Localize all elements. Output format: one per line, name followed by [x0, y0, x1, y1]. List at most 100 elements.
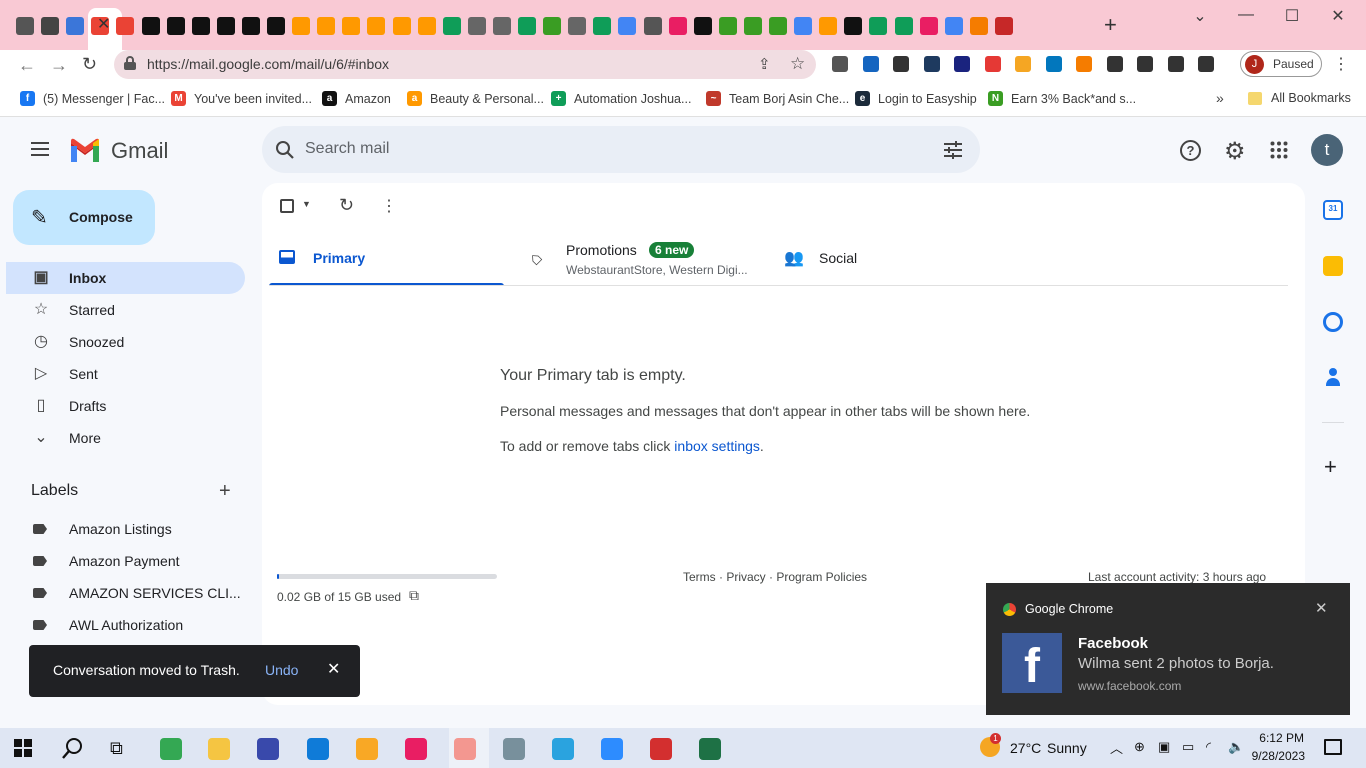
tab-favicon-icon[interactable]	[166, 17, 185, 35]
extension-icon[interactable]	[1167, 56, 1184, 72]
tab-favicon-icon[interactable]	[16, 17, 34, 35]
select-dropdown-icon[interactable]: ▼	[302, 199, 311, 209]
tab-favicon-icon[interactable]	[367, 17, 386, 35]
clock-time[interactable]: 6:12 PM	[1254, 731, 1304, 745]
bookmark-item[interactable]: f (5) Messenger | Fac...	[20, 91, 165, 106]
bookmark-item[interactable]: a Amazon	[322, 91, 391, 106]
telegram-icon[interactable]	[552, 738, 574, 760]
extension-icon[interactable]	[832, 56, 848, 72]
contacts-icon[interactable]	[1326, 368, 1340, 386]
keep-icon[interactable]	[1323, 256, 1343, 276]
profile-button[interactable]: J Paused	[1240, 51, 1322, 77]
select-all-checkbox[interactable]	[280, 199, 294, 213]
add-label-icon[interactable]: +	[219, 480, 231, 503]
edge-icon[interactable]	[307, 738, 329, 760]
search-icon[interactable]	[275, 140, 295, 160]
label-item[interactable]: Amazon Payment	[33, 553, 180, 569]
gmail-logo-icon[interactable]	[69, 138, 101, 162]
url-text[interactable]: https://mail.google.com/mail/u/6/#inbox	[147, 56, 389, 72]
zoom-icon[interactable]	[601, 738, 623, 760]
maximize-icon[interactable]: ☐	[1277, 6, 1307, 26]
tab-favicon-icon[interactable]	[819, 17, 838, 35]
windows-start-icon[interactable]	[14, 739, 32, 757]
network-app-icon[interactable]	[257, 738, 279, 760]
more-actions-icon[interactable]: ⋮	[381, 196, 397, 216]
label-item[interactable]: AWL Authorization	[33, 617, 183, 633]
tab-favicon-icon[interactable]	[292, 17, 311, 35]
extension-icon[interactable]	[984, 56, 1001, 72]
refresh-icon[interactable]: ↻	[339, 195, 354, 216]
tab-favicon-icon[interactable]	[41, 17, 60, 35]
tab-favicon-icon[interactable]	[392, 17, 411, 35]
tab-favicon-icon[interactable]	[417, 17, 436, 35]
calendar-icon[interactable]: 31	[1323, 200, 1343, 220]
open-external-icon[interactable]: ⧉	[409, 587, 419, 604]
extension-icon[interactable]	[923, 56, 940, 72]
extension-icon[interactable]	[954, 56, 970, 72]
tab-favicon-icon[interactable]	[267, 17, 285, 35]
tab-favicon-icon[interactable]	[693, 17, 712, 35]
tab-favicon-icon[interactable]	[191, 17, 210, 35]
new-tab-button[interactable]: +	[1104, 12, 1117, 38]
inbox-settings-link[interactable]: inbox settings	[674, 438, 760, 454]
snackbar-close-icon[interactable]: ✕	[327, 659, 340, 679]
tab-favicon-icon[interactable]	[919, 17, 938, 35]
all-bookmarks[interactable]: All Bookmarks	[1271, 91, 1351, 105]
tab-favicon-icon[interactable]	[769, 17, 787, 35]
tab-favicon-icon[interactable]	[743, 17, 762, 35]
extension-icon[interactable]	[1045, 56, 1062, 72]
tab-favicon-icon[interactable]	[894, 17, 913, 35]
tab-promotions[interactable]: ⌂ Promotions 6 new WebstaurantStore, Wes…	[520, 230, 770, 286]
account-avatar[interactable]: t	[1311, 134, 1343, 166]
close-window-icon[interactable]: ✕	[1323, 6, 1353, 26]
tab-favicon-icon[interactable]	[844, 17, 863, 35]
weather-temp[interactable]: 27°C	[1010, 740, 1041, 756]
label-item[interactable]: AMAZON SERVICES CLI...	[33, 585, 241, 601]
forward-icon[interactable]: →	[50, 55, 68, 76]
sidebar-item-snoozed[interactable]: ◷ Snoozed	[6, 326, 245, 358]
sidebar-item-inbox[interactable]: ▣ Inbox	[6, 262, 245, 294]
help-icon[interactable]: ?	[1180, 140, 1201, 161]
sidebar-item-more[interactable]: ⌄ More	[6, 422, 245, 454]
excel-icon[interactable]	[699, 738, 721, 760]
site-info-icon[interactable]	[124, 56, 136, 70]
tab-favicon-icon[interactable]	[492, 17, 511, 35]
tab-favicon-icon[interactable]	[518, 17, 536, 35]
clock-date[interactable]: 9/28/2023	[1249, 749, 1305, 763]
tab-favicon-icon[interactable]	[794, 17, 813, 35]
notification-center-icon[interactable]	[1324, 739, 1342, 755]
back-icon[interactable]: ←	[18, 55, 36, 76]
tab-favicon-icon[interactable]	[216, 17, 235, 35]
tab-favicon-icon[interactable]	[241, 17, 260, 35]
tab-favicon-icon[interactable]	[66, 17, 85, 35]
tab-search-icon[interactable]: ⌄	[1185, 6, 1215, 26]
notes-app-icon[interactable]	[503, 738, 525, 760]
extension-icon[interactable]	[1137, 56, 1153, 72]
chrome-app-icon[interactable]	[160, 738, 182, 760]
undo-button[interactable]: Undo	[265, 662, 298, 678]
tab-primary[interactable]: Primary	[269, 230, 504, 286]
tab-favicon-icon[interactable]	[869, 17, 888, 35]
label-item[interactable]: Amazon Listings	[33, 521, 172, 537]
compose-button[interactable]: ✎ Compose	[13, 190, 155, 245]
tab-favicon-icon[interactable]	[593, 17, 612, 35]
tab-favicon-icon[interactable]	[317, 17, 336, 35]
extension-icon[interactable]	[1106, 56, 1123, 72]
extension-icon[interactable]	[1198, 56, 1214, 72]
bookmark-item[interactable]: e Login to Easyship	[855, 91, 977, 106]
settings-gear-icon[interactable]: ⚙	[1224, 137, 1246, 166]
tab-favicon-icon[interactable]	[141, 17, 160, 35]
tray-overflow-icon[interactable]: ︿	[1110, 738, 1123, 757]
chrome-menu-icon[interactable]: ⋮	[1333, 54, 1349, 74]
sidebar-item-sent[interactable]: ▷ Sent	[6, 358, 245, 390]
volume-icon[interactable]: 🔈	[1228, 739, 1244, 755]
battery-icon[interactable]: ▭	[1182, 739, 1194, 755]
bookmark-item[interactable]: ~ Team Borj Asin Che...	[706, 91, 849, 106]
sidebar-item-starred[interactable]: ☆ Starred	[6, 294, 245, 326]
search-bar[interactable]: Search mail	[262, 126, 980, 173]
tab-social[interactable]: 👥 Social	[776, 230, 1026, 286]
tab-favicon-icon[interactable]	[467, 17, 486, 35]
share-icon[interactable]: ⇪	[758, 55, 771, 73]
bookmark-item[interactable]: N Earn 3% Back*and s...	[988, 91, 1136, 106]
tab-favicon-icon[interactable]	[718, 17, 737, 35]
